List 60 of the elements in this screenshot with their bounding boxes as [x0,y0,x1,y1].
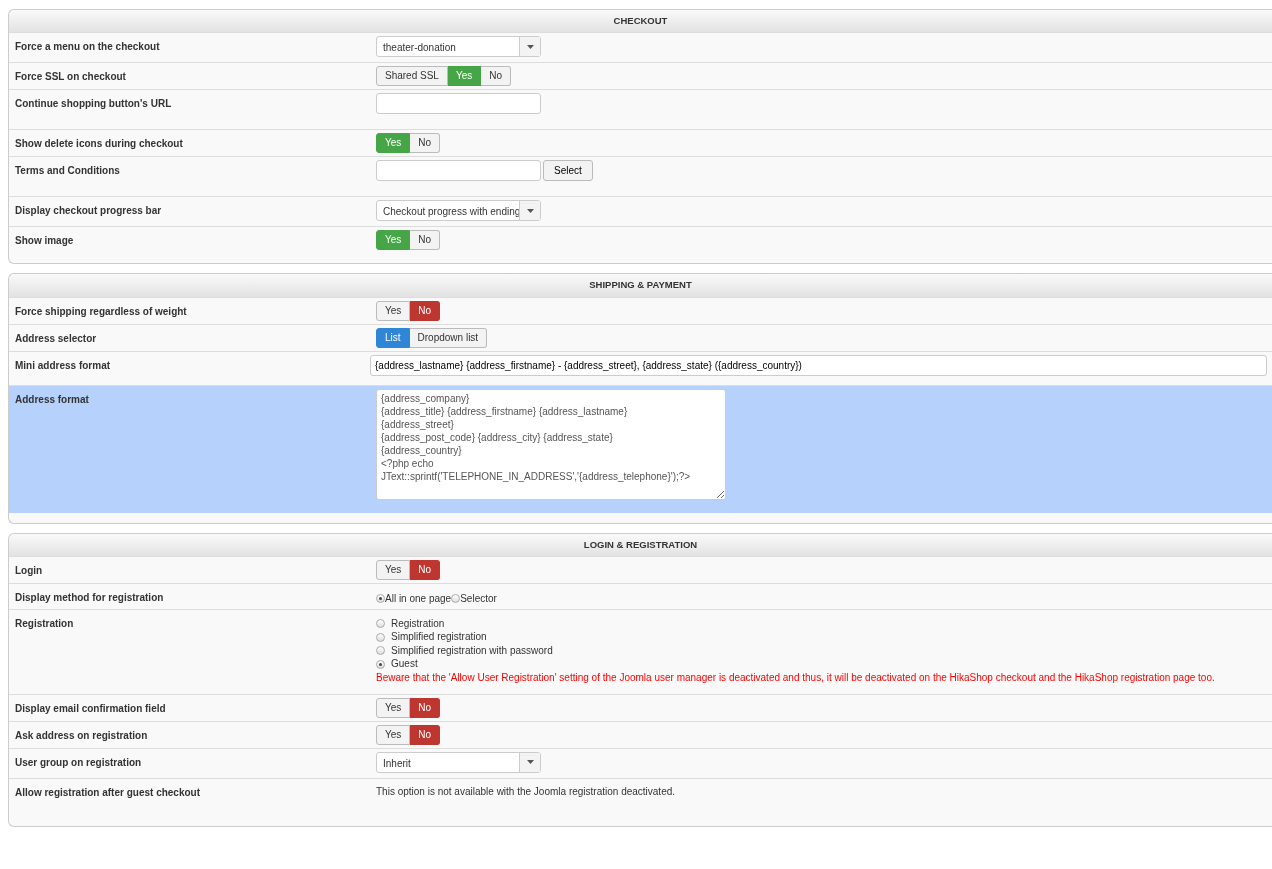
toggle-option[interactable]: No [410,300,441,321]
field-label: User group on registration [15,755,143,770]
panel-header: LOGIN & REGISTRATION [9,533,1272,557]
caret-icon [526,208,534,213]
radio-label[interactable]: All in one page [385,590,452,606]
radio-label[interactable]: Guest [391,657,418,671]
field-label: Continue shopping button's URL [15,97,173,112]
field-label: Ask address on registration [15,728,149,743]
field-label: Show delete icons during checkout [15,137,184,152]
field-label: Address selector [15,331,98,346]
dropdown-select[interactable]: Checkout progress with ending [376,200,541,222]
toggle-option[interactable]: No [481,66,512,87]
radio-button[interactable] [376,659,385,669]
field-label: Display method for registration [15,590,165,605]
warning-text: Beware that the 'Allow User Registration' setting of the Joomla user manager is deactivated and thus, it will be deactivated on the HikaShop checkout and the HikaShop registration page too. [376,670,1215,685]
info-text: This option is not available with the Joomla registration deactivated. [376,784,676,799]
radio-label[interactable]: Registration [391,616,445,631]
field-label: Display email confirmation field [15,701,167,716]
toggle-option[interactable]: List [376,327,410,348]
field-label: Address format [15,392,90,407]
toggle-option[interactable]: Yes [376,697,411,718]
field-label: Allow registration after guest checkout [15,785,202,800]
toggle-option[interactable]: No [410,724,441,745]
field-label: Force shipping regardless of weight [15,304,188,319]
field-label: Terms and Conditions [15,164,121,179]
field-label: Registration [15,616,75,631]
field-label: Login [15,563,44,578]
toggle-option[interactable]: No [410,697,441,718]
radio-label[interactable]: Selector [460,590,497,606]
toggle-option[interactable]: Yes [376,300,411,321]
panel-header: SHIPPING & PAYMENT [9,274,1272,298]
toggle-option[interactable]: No [410,559,441,580]
toggle-option[interactable]: Yes [376,559,411,580]
input-field[interactable] [376,93,541,115]
toggle-option[interactable]: No [410,133,441,154]
toggle-option[interactable]: No [410,230,441,251]
radio-button[interactable] [376,593,385,603]
toggle-option[interactable]: Shared SSL [376,66,448,87]
dropdown-select[interactable]: theater-donation [376,36,541,58]
input-field[interactable]: {address_lastname} {address_firstname} - {address_street}, {address_state} ({address_country}) [370,354,1267,376]
text-area[interactable]: {address_company} {address_title} {address_firstname} {address_lastname} {address_street} {address_post_code} {address_city} {address_state} {address_country} <?php echo JText::sprintf('TELEPHONE_IN_ADDRESS','{address_telephone}');?> [376,388,726,500]
panel-header: CHECKOUT [9,10,1272,34]
dropdown-select[interactable]: Inherit [376,751,541,773]
radio-button[interactable] [376,619,385,628]
radio-label[interactable]: Simplified registration [391,630,487,644]
toggle-option[interactable]: Dropdown list [409,327,488,348]
field-label: Mini address format [15,358,112,373]
radio-button[interactable] [376,632,385,642]
field-label: Show image [15,234,75,249]
input-field[interactable] [376,160,541,182]
caret-icon [526,44,534,49]
select-button[interactable]: Select [543,160,593,182]
field-label: Force SSL on checkout [15,70,127,85]
field-label: Display checkout progress bar [15,204,163,219]
radio-button[interactable] [376,646,385,655]
toggle-option[interactable]: Yes [376,724,411,745]
field-label: Force a menu on the checkout [15,40,161,55]
caret-icon [526,760,534,765]
radio-button[interactable] [451,593,461,603]
radio-label[interactable]: Simplified registration with password [391,643,553,658]
